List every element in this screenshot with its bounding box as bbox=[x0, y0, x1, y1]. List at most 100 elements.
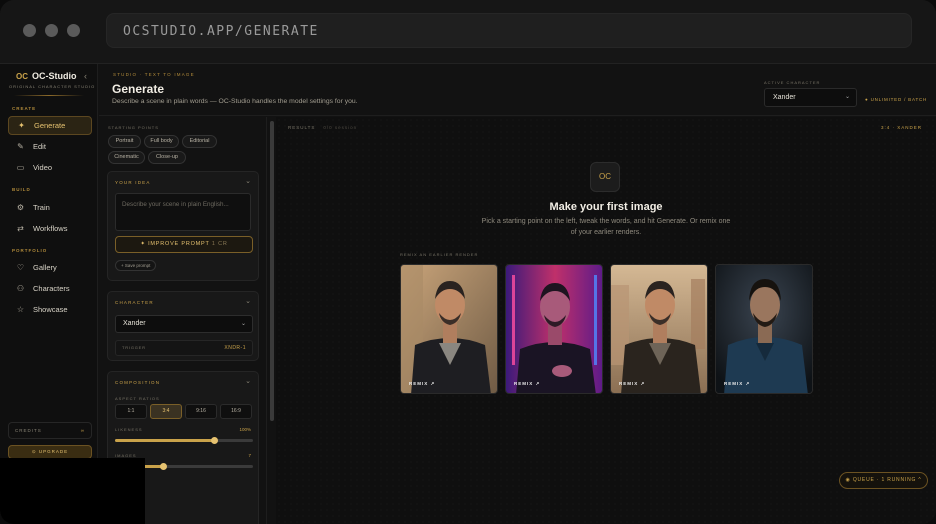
heart-icon: ♡ bbox=[16, 263, 25, 272]
starting-point-full-body[interactable]: Full body bbox=[144, 135, 179, 148]
window-close-dot[interactable] bbox=[23, 24, 36, 37]
likeness-value: 100% bbox=[239, 427, 251, 432]
sidebar-item-showcase[interactable]: ☆ Showcase bbox=[8, 300, 92, 319]
credits-value: ∞ bbox=[80, 428, 85, 433]
likeness-slider-handle[interactable] bbox=[210, 437, 218, 444]
active-character-label: ACTIVE CHARACTER bbox=[764, 80, 821, 85]
gear-icon: ⚙ bbox=[16, 203, 25, 212]
section-build: BUILD bbox=[12, 187, 31, 192]
trigger-value: XNDR-1 bbox=[224, 345, 246, 351]
breadcrumb: STUDIO · TEXT TO IMAGE bbox=[113, 72, 195, 77]
oc-logo-icon: OC bbox=[590, 162, 620, 192]
remix-thumbnail[interactable]: REMIX ↗ bbox=[400, 264, 498, 394]
browser-window: OCSTUDIO.APP/GENERATE OC OC-Studio ‹ ORI… bbox=[0, 0, 936, 524]
star-icon: ☆ bbox=[16, 305, 25, 314]
portrait-image bbox=[506, 265, 602, 393]
starting-point-close-up[interactable]: Close-up bbox=[148, 151, 186, 164]
chevron-down-icon: ⌄ bbox=[240, 321, 246, 327]
results-area: RESULTS 0/0 session 3:4 · XANDER OC Make … bbox=[276, 117, 936, 524]
prompt-input[interactable]: Describe your scene in plain English... bbox=[115, 193, 251, 231]
brand[interactable]: OC OC-Studio bbox=[16, 71, 77, 81]
sidebar-item-train[interactable]: ⚙ Train bbox=[8, 198, 92, 217]
aspect-ratios-label: ASPECT RATIOS bbox=[115, 396, 160, 401]
brand-divider bbox=[14, 95, 84, 96]
panel-scrollbar[interactable] bbox=[270, 121, 274, 421]
credits-widget[interactable]: CREDITS ∞ bbox=[8, 422, 92, 439]
character-select[interactable]: Xander ⌄ bbox=[115, 315, 253, 333]
sidebar-item-generate[interactable]: ✦ Generate bbox=[8, 116, 92, 135]
likeness-slider[interactable] bbox=[115, 437, 253, 444]
page-subtitle: Describe a scene in plain words — OC-Stu… bbox=[112, 98, 358, 105]
empty-state-text: Pick a starting point on the left, tweak… bbox=[481, 218, 731, 236]
remix-label: REMIX ↗ bbox=[724, 381, 751, 386]
remix-thumbnail[interactable]: REMIX ↗ bbox=[505, 264, 603, 394]
brand-logo-icon: OC bbox=[16, 71, 28, 81]
remix-label: REMIX ↗ bbox=[619, 381, 646, 386]
chevron-down-icon[interactable]: ⌄ bbox=[245, 177, 251, 185]
window-minimize-dot[interactable] bbox=[45, 24, 58, 37]
images-slider-handle[interactable] bbox=[159, 463, 167, 470]
remix-label: REMIX AN EARLIER RENDER bbox=[400, 252, 479, 257]
character-card: CHARACTER ⌄ Xander ⌄ TRIGGER XNDR-1 bbox=[107, 291, 259, 361]
aspect-3-4[interactable]: 3:4 bbox=[150, 404, 182, 419]
sidebar-item-label: Video bbox=[33, 163, 53, 172]
likeness-label: LIKENESS bbox=[115, 427, 143, 432]
sidebar: OC OC-Studio ‹ ORIGINAL CHARACTER STUDIO… bbox=[0, 64, 98, 524]
upgrade-button[interactable]: ⊙ UPGRADE bbox=[8, 445, 92, 459]
results-label: RESULTS bbox=[288, 125, 316, 130]
address-bar[interactable]: OCSTUDIO.APP/GENERATE bbox=[106, 13, 912, 48]
app: OC OC-Studio ‹ ORIGINAL CHARACTER STUDIO… bbox=[0, 64, 936, 524]
sidebar-item-edit[interactable]: ✎ Edit bbox=[8, 137, 92, 156]
plan-badge: ● UNLIMITED / BATCH bbox=[865, 97, 928, 102]
sidebar-item-label: Characters bbox=[33, 284, 70, 293]
sidebar-item-characters[interactable]: ⚇ Characters bbox=[8, 279, 92, 298]
character-select-value: Xander bbox=[123, 320, 146, 327]
browser-chrome: OCSTUDIO.APP/GENERATE bbox=[0, 0, 936, 64]
chevron-down-icon[interactable]: ⌄ bbox=[245, 297, 251, 305]
remix-label: REMIX ↗ bbox=[514, 381, 541, 386]
active-character-select[interactable]: Xander ⌄ bbox=[764, 88, 857, 107]
brand-tagline: ORIGINAL CHARACTER STUDIO bbox=[9, 84, 96, 89]
sparkle-icon: ✦ bbox=[18, 121, 25, 130]
section-portfolio: PORTFOLIO bbox=[12, 248, 48, 253]
portrait-image bbox=[611, 265, 707, 393]
aspect-16-9[interactable]: 16:9 bbox=[220, 404, 252, 419]
sidebar-item-video[interactable]: ▭ Video bbox=[8, 158, 92, 177]
overlay-block bbox=[0, 458, 145, 524]
idea-card-title: YOUR IDEA bbox=[115, 180, 151, 185]
page-header: STUDIO · TEXT TO IMAGE Generate Describe… bbox=[99, 64, 936, 116]
improve-prompt-button[interactable]: ✦ IMPROVE PROMPT 1 CR bbox=[115, 236, 253, 253]
remix-thumbnail[interactable]: REMIX ↗ bbox=[610, 264, 708, 394]
credits-label: CREDITS bbox=[15, 428, 42, 433]
section-create: CREATE bbox=[12, 106, 37, 111]
remix-thumbnail[interactable]: REMIX ↗ bbox=[715, 264, 813, 394]
portrait-image bbox=[401, 265, 497, 393]
starting-point-cinematic[interactable]: Cinematic bbox=[108, 151, 145, 164]
chevron-left-icon[interactable]: ‹ bbox=[84, 71, 87, 81]
aspect-1-1[interactable]: 1:1 bbox=[115, 404, 147, 419]
trigger-field[interactable]: TRIGGER XNDR-1 bbox=[115, 340, 253, 356]
sidebar-item-gallery[interactable]: ♡ Gallery bbox=[8, 258, 92, 277]
sidebar-item-label: Gallery bbox=[33, 263, 57, 272]
chevron-down-icon[interactable]: ⌄ bbox=[245, 377, 251, 385]
images-value: 7 bbox=[248, 453, 251, 458]
queue-status-button[interactable]: ◉ QUEUE · 1 RUNNING ^ bbox=[839, 472, 928, 489]
trigger-label: TRIGGER bbox=[122, 345, 146, 350]
aspect-9-16[interactable]: 9:16 bbox=[185, 404, 217, 419]
likeness-slider-fill bbox=[115, 439, 215, 442]
page-title: Generate bbox=[112, 82, 165, 96]
starting-point-editorial[interactable]: Editorial bbox=[182, 135, 217, 148]
user-icon: ⚇ bbox=[16, 284, 25, 293]
save-prompt-button[interactable]: + Save prompt bbox=[115, 260, 157, 271]
workflow-icon: ⇄ bbox=[17, 224, 24, 233]
video-icon: ▭ bbox=[16, 163, 25, 172]
empty-state-title: Make your first image bbox=[549, 201, 663, 213]
idea-card: YOUR IDEA ⌄ Describe your scene in plain… bbox=[107, 171, 259, 281]
starting-points-label: STARTING POINTS bbox=[108, 125, 159, 130]
sidebar-item-label: Generate bbox=[34, 121, 66, 130]
sidebar-item-label: Train bbox=[33, 203, 50, 212]
results-session: 0/0 session bbox=[323, 125, 358, 130]
sidebar-item-workflows[interactable]: ⇄ Workflows bbox=[8, 219, 92, 238]
starting-point-portrait[interactable]: Portrait bbox=[108, 135, 141, 148]
window-maximize-dot[interactable] bbox=[67, 24, 80, 37]
